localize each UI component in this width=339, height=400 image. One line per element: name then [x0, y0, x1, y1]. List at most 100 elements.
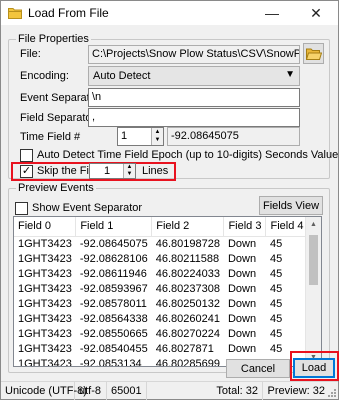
table-cell: 45 — [269, 237, 283, 250]
status-total: Total: 32 — [147, 382, 263, 400]
table-cell: 46.8027871 — [155, 342, 214, 355]
column-header[interactable]: Field 0 — [14, 217, 77, 237]
skip-lines-checkbox[interactable]: ✓ — [20, 165, 33, 178]
column-header[interactable]: Field 3 — [223, 217, 267, 237]
table-cell: 45 — [269, 267, 283, 280]
time-field-preview: -92.08645075 — [167, 127, 300, 146]
stepper-arrows-icon[interactable]: ▲ ▼ — [123, 164, 135, 178]
table-cell: 1GHT3423 — [18, 267, 72, 280]
file-properties-legend: File Properties — [16, 33, 91, 45]
auto-detect-epoch-label: Auto Detect Time Field Epoch (up to 10-d… — [37, 149, 339, 161]
table-cell: 46.80198728 — [155, 237, 220, 250]
chevron-down-icon: ▼ — [285, 69, 295, 80]
field-separator-label: Field Separator: — [20, 112, 99, 124]
table-cell: 46.80285699 — [155, 357, 220, 367]
status-encoding: Unicode (UTF-8) — [1, 382, 87, 400]
table-cell: 1GHT3423 — [18, 282, 72, 295]
table-cell: 46.80211588 — [155, 252, 220, 265]
table-cell: -92.08550665 — [79, 327, 148, 340]
time-field-value: 1 — [121, 130, 128, 142]
table-cell: Down — [227, 312, 257, 325]
window-title: Load From File — [28, 6, 109, 20]
checkmark-icon: ✓ — [21, 165, 32, 177]
table-row[interactable]: 1GHT3423 -92.08540455 46.8027871 Down 45 — [14, 341, 308, 356]
table-row[interactable]: 1GHT3423 -92.08578011 46.80250132 Down 45 — [14, 296, 308, 311]
close-button[interactable]: ✕ — [294, 1, 338, 25]
show-event-separator-label: Show Event Separator — [32, 202, 143, 214]
table-cell: -92.08645075 — [79, 237, 148, 250]
table-row[interactable]: 1GHT3423 -92.08593967 46.80237308 Down 45 — [14, 281, 308, 296]
table-cell: 1GHT3423 — [18, 252, 72, 265]
show-event-separator-checkbox[interactable] — [15, 202, 28, 215]
table-row[interactable]: 1GHT3423 -92.08564338 46.80260241 Down 45 — [14, 311, 308, 326]
table-row[interactable]: 1GHT3423 -92.08645075 46.80198728 Down 45 — [14, 236, 308, 251]
browse-button[interactable] — [303, 43, 324, 64]
title-bar[interactable]: Load From File — ✕ — [1, 1, 338, 25]
preview-events-table[interactable]: Field 0 Field 1 Field 2 Field 3 Field 4 1GHT… — [13, 216, 322, 367]
table-cell: -92.08564338 — [79, 312, 148, 325]
table-cell: 45 — [269, 327, 283, 340]
column-header[interactable]: Field 1 — [75, 217, 153, 237]
file-path-field[interactable]: C:\Projects\Snow Plow Status\CSV\SnowPlo… — [88, 45, 300, 64]
encoding-label: Encoding: — [20, 70, 69, 82]
table-cell: 45 — [269, 312, 283, 325]
column-header[interactable]: Field 4 — [265, 217, 309, 237]
encoding-value: Auto Detect — [93, 70, 151, 82]
table-cell: -92.08540455 — [79, 342, 148, 355]
table-cell: 46.80260241 — [155, 312, 220, 325]
table-cell: 1GHT3423 — [18, 297, 72, 310]
event-separator-input[interactable]: \n — [88, 88, 300, 107]
fields-view-button[interactable]: Fields View — [259, 196, 323, 215]
table-cell: 45 — [269, 252, 283, 265]
column-header[interactable]: Field 2 — [151, 217, 225, 237]
scrollbar-thumb[interactable] — [309, 235, 318, 285]
table-row[interactable]: 1GHT3423 -92.08611946 46.80224033 Down 45 — [14, 266, 308, 281]
table-cell: Down — [227, 267, 257, 280]
skip-lines-suffix: Lines — [142, 165, 169, 177]
cancel-button[interactable]: Cancel — [226, 359, 290, 378]
table-cell: 1GHT3423 — [18, 327, 72, 340]
status-charset: utf-8 — [75, 382, 107, 400]
table-cell: 46.80224033 — [155, 267, 220, 280]
scroll-up-icon[interactable]: ▲ — [306, 217, 321, 233]
load-button[interactable]: Load — [293, 358, 335, 378]
status-bar: Unicode (UTF-8) utf-8 65001 Total: 32 Pr… — [1, 381, 338, 400]
table-cell: Down — [227, 297, 257, 310]
table-row[interactable]: 1GHT3423 -92.08628106 46.80211588 Down 45 — [14, 251, 308, 266]
minimize-button[interactable]: — — [250, 1, 294, 25]
table-cell: Down — [227, 252, 257, 265]
resize-grip-icon[interactable] — [327, 388, 337, 398]
table-cell: Down — [227, 327, 257, 340]
load-from-file-dialog: Load From File — ✕ File Properties File:… — [0, 0, 339, 400]
table-cell: 1GHT3423 — [18, 312, 72, 325]
table-cell: -92.08593967 — [79, 282, 148, 295]
status-codepage: 65001 — [107, 382, 147, 400]
table-cell: Down — [227, 282, 257, 295]
table-cell: -92.0853134 — [79, 357, 142, 367]
folder-open-icon — [305, 48, 322, 60]
skip-lines-stepper[interactable]: 1 ▲ ▼ — [89, 163, 136, 179]
vertical-scrollbar[interactable]: ▲ ▼ — [305, 217, 321, 366]
table-cell: 46.80237308 — [155, 282, 220, 295]
table-cell: -92.08628106 — [79, 252, 148, 265]
table-cell: -92.08578011 — [79, 297, 147, 310]
field-separator-input[interactable]: , — [88, 108, 300, 127]
folder-icon — [8, 8, 22, 19]
time-field-label: Time Field # — [20, 131, 81, 143]
minimize-icon: — — [265, 5, 279, 21]
time-field-stepper[interactable]: 1 ▲ ▼ — [117, 127, 164, 146]
stepper-arrows-icon[interactable]: ▲ ▼ — [151, 128, 163, 145]
table-cell: Down — [227, 342, 257, 355]
status-preview: Preview: 32 — [267, 385, 325, 397]
encoding-select[interactable]: Auto Detect ▼ — [88, 66, 300, 86]
table-cell: 46.80270224 — [155, 327, 220, 340]
table-cell: 1GHT3423 — [18, 342, 72, 355]
table-cell: 1GHT3423 — [18, 237, 72, 250]
close-icon: ✕ — [310, 4, 322, 21]
auto-detect-epoch-checkbox[interactable] — [20, 149, 33, 162]
preview-events-legend: Preview Events — [16, 182, 96, 194]
skip-lines-value: 1 — [104, 165, 111, 177]
table-row[interactable]: 1GHT3423 -92.08550665 46.80270224 Down 45 — [14, 326, 308, 341]
table-header-row: Field 0 Field 1 Field 2 Field 3 Field 4 — [14, 217, 309, 237]
table-cell: 46.80250132 — [155, 297, 220, 310]
